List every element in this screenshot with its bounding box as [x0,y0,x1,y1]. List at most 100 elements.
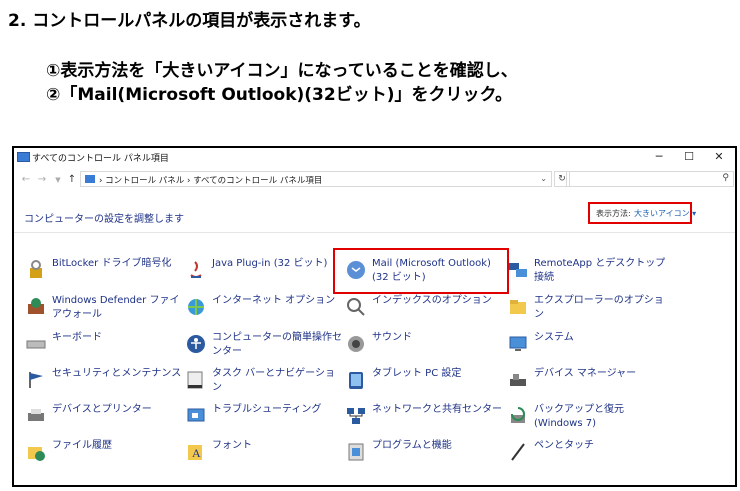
forward-arrow-icon[interactable]: → [36,172,48,188]
item-label: デバイス マネージャー [534,368,637,379]
control-panel-icon [85,175,95,183]
taskbar-icon [184,368,208,392]
security-flag-icon [24,368,48,392]
divider [14,232,735,233]
item-label: BitLocker ドライブ暗号化 [52,258,172,269]
ease-of-access-icon [184,332,208,356]
printer-icon [24,404,48,428]
item-label: キーボード [52,332,102,343]
system-icon [506,332,530,356]
item-java[interactable]: Java Plug-in (32 ビット) [184,256,344,288]
item-sound[interactable]: サウンド [344,330,504,362]
item-label: ネットワークと共有センター [372,404,502,415]
item-device-manager[interactable]: デバイス マネージャー [506,366,666,398]
maximize-button[interactable]: ☐ [675,149,703,165]
recent-dropdown-icon[interactable]: ▼ [52,172,64,188]
item-label: トラブルシューティング [212,404,322,415]
backup-icon [506,404,530,428]
programs-icon [344,440,368,464]
item-file-history[interactable]: ファイル履歴 [24,438,184,470]
instruction-line-2: ②「Mail(Microsoft Outlook)(32ビット)」をクリック。 [46,85,513,105]
item-backup[interactable]: バックアップと復元 (Windows 7) [506,402,666,434]
step-heading: 2. コントロールパネルの項目が表示されます。 [8,6,371,31]
device-manager-icon [506,368,530,392]
item-fonts[interactable]: A フォント [184,438,344,470]
item-bitlocker[interactable]: BitLocker ドライブ暗号化 [24,256,184,288]
item-devices-printers[interactable]: デバイスとプリンター [24,402,184,434]
firewall-icon [24,295,48,319]
item-label: フォント [212,440,252,451]
explorer-options-icon [506,295,530,319]
item-troubleshooting[interactable]: トラブルシューティング [184,402,344,434]
step-number: 2. [8,11,27,31]
internet-options-icon [184,295,208,319]
pen-icon [506,440,530,464]
view-by-selector[interactable]: 表示方法: 大きいアイコン ▾ [588,202,696,224]
item-label: ファイル履歴 [52,440,112,451]
item-pen-touch[interactable]: ペンとタッチ [506,438,666,470]
item-label: インデックスのオプション [372,295,492,306]
item-tablet[interactable]: タブレット PC 設定 [344,366,504,398]
view-by-dropdown[interactable]: 大きいアイコン ▾ [634,208,696,219]
control-panel-window: すべてのコントロール パネル項目 ─ ☐ ✕ ← → ▼ ↑ › コントロール … [12,146,737,487]
item-label: RemoteApp とデスクトップ接続 [534,258,666,283]
back-arrow-icon[interactable]: ← [20,172,32,188]
page-heading: コンピューターの設定を調整します [24,214,184,225]
control-panel-icon [17,152,30,162]
item-label: コンピューターの簡単操作センター [212,332,342,357]
item-label: デバイスとプリンター [52,404,152,415]
item-label: Mail (Microsoft Outlook) (32 ビット) [372,258,491,283]
item-remoteapp[interactable]: RemoteApp とデスクトップ接続 [506,256,666,288]
up-arrow-icon[interactable]: ↑ [66,172,78,188]
item-taskbar[interactable]: タスク バーとナビゲーション [184,366,344,398]
item-internet-options[interactable]: インターネット オプション [184,293,344,325]
item-label: バックアップと復元 (Windows 7) [534,404,624,429]
address-bar: ← → ▼ ↑ › コントロール パネル › すべてのコントロール パネル項目 … [14,170,735,190]
svg-text:A: A [192,446,201,460]
item-firewall[interactable]: Windows Defender ファイアウォール [24,293,184,325]
title-bar: すべてのコントロール パネル項目 ─ ☐ ✕ [14,148,735,166]
sound-icon [344,332,368,356]
item-label: プログラムと機能 [372,440,452,451]
item-label: セキュリティとメンテナンス [52,368,182,379]
remoteapp-icon [506,258,530,282]
item-label: タスク バーとナビゲーション [212,368,335,393]
search-icon: ⚲ [722,173,729,183]
tablet-icon [344,368,368,392]
item-system[interactable]: システム [506,330,666,362]
file-history-icon [24,440,48,464]
address-field[interactable]: › コントロール パネル › すべてのコントロール パネル項目 ⌄ [80,171,552,187]
network-icon [344,404,368,428]
search-input[interactable]: ⚲ [566,171,734,187]
item-label: タブレット PC 設定 [372,368,462,379]
item-ease-of-access[interactable]: コンピューターの簡単操作センター [184,330,344,362]
mail-icon [344,258,368,282]
keyboard-icon [24,332,48,356]
java-icon [184,258,208,282]
close-button[interactable]: ✕ [705,149,733,165]
item-label: Java Plug-in (32 ビット) [212,258,328,269]
item-security[interactable]: セキュリティとメンテナンス [24,366,184,398]
item-keyboard[interactable]: キーボード [24,330,184,362]
instruction-line-1: ①表示方法を「大きいアイコン」になっていることを確認し、 [46,61,518,81]
item-indexing[interactable]: インデックスのオプション [344,293,504,325]
item-mail[interactable]: Mail (Microsoft Outlook) (32 ビット) [344,256,504,288]
item-label: ペンとタッチ [534,440,594,451]
minimize-button[interactable]: ─ [645,149,673,165]
window-title: すべてのコントロール パネル項目 [32,154,169,164]
bitlocker-icon [24,258,48,282]
item-label: インターネット オプション [212,295,336,306]
item-explorer-options[interactable]: エクスプローラーのオプション [506,293,666,325]
address-path: › コントロール パネル › すべてのコントロール パネル項目 [99,176,323,186]
item-network[interactable]: ネットワークと共有センター [344,402,504,434]
item-label: エクスプローラーのオプション [534,295,664,320]
item-label: システム [534,332,574,343]
item-label: Windows Defender ファイアウォール [52,295,180,320]
step-text: コントロールパネルの項目が表示されます。 [32,11,371,31]
indexing-icon [344,295,368,319]
font-icon: A [184,440,208,464]
troubleshoot-icon [184,404,208,428]
chevron-down-icon[interactable]: ⌄ [540,174,547,183]
item-label: サウンド [372,332,412,343]
item-programs[interactable]: プログラムと機能 [344,438,504,470]
